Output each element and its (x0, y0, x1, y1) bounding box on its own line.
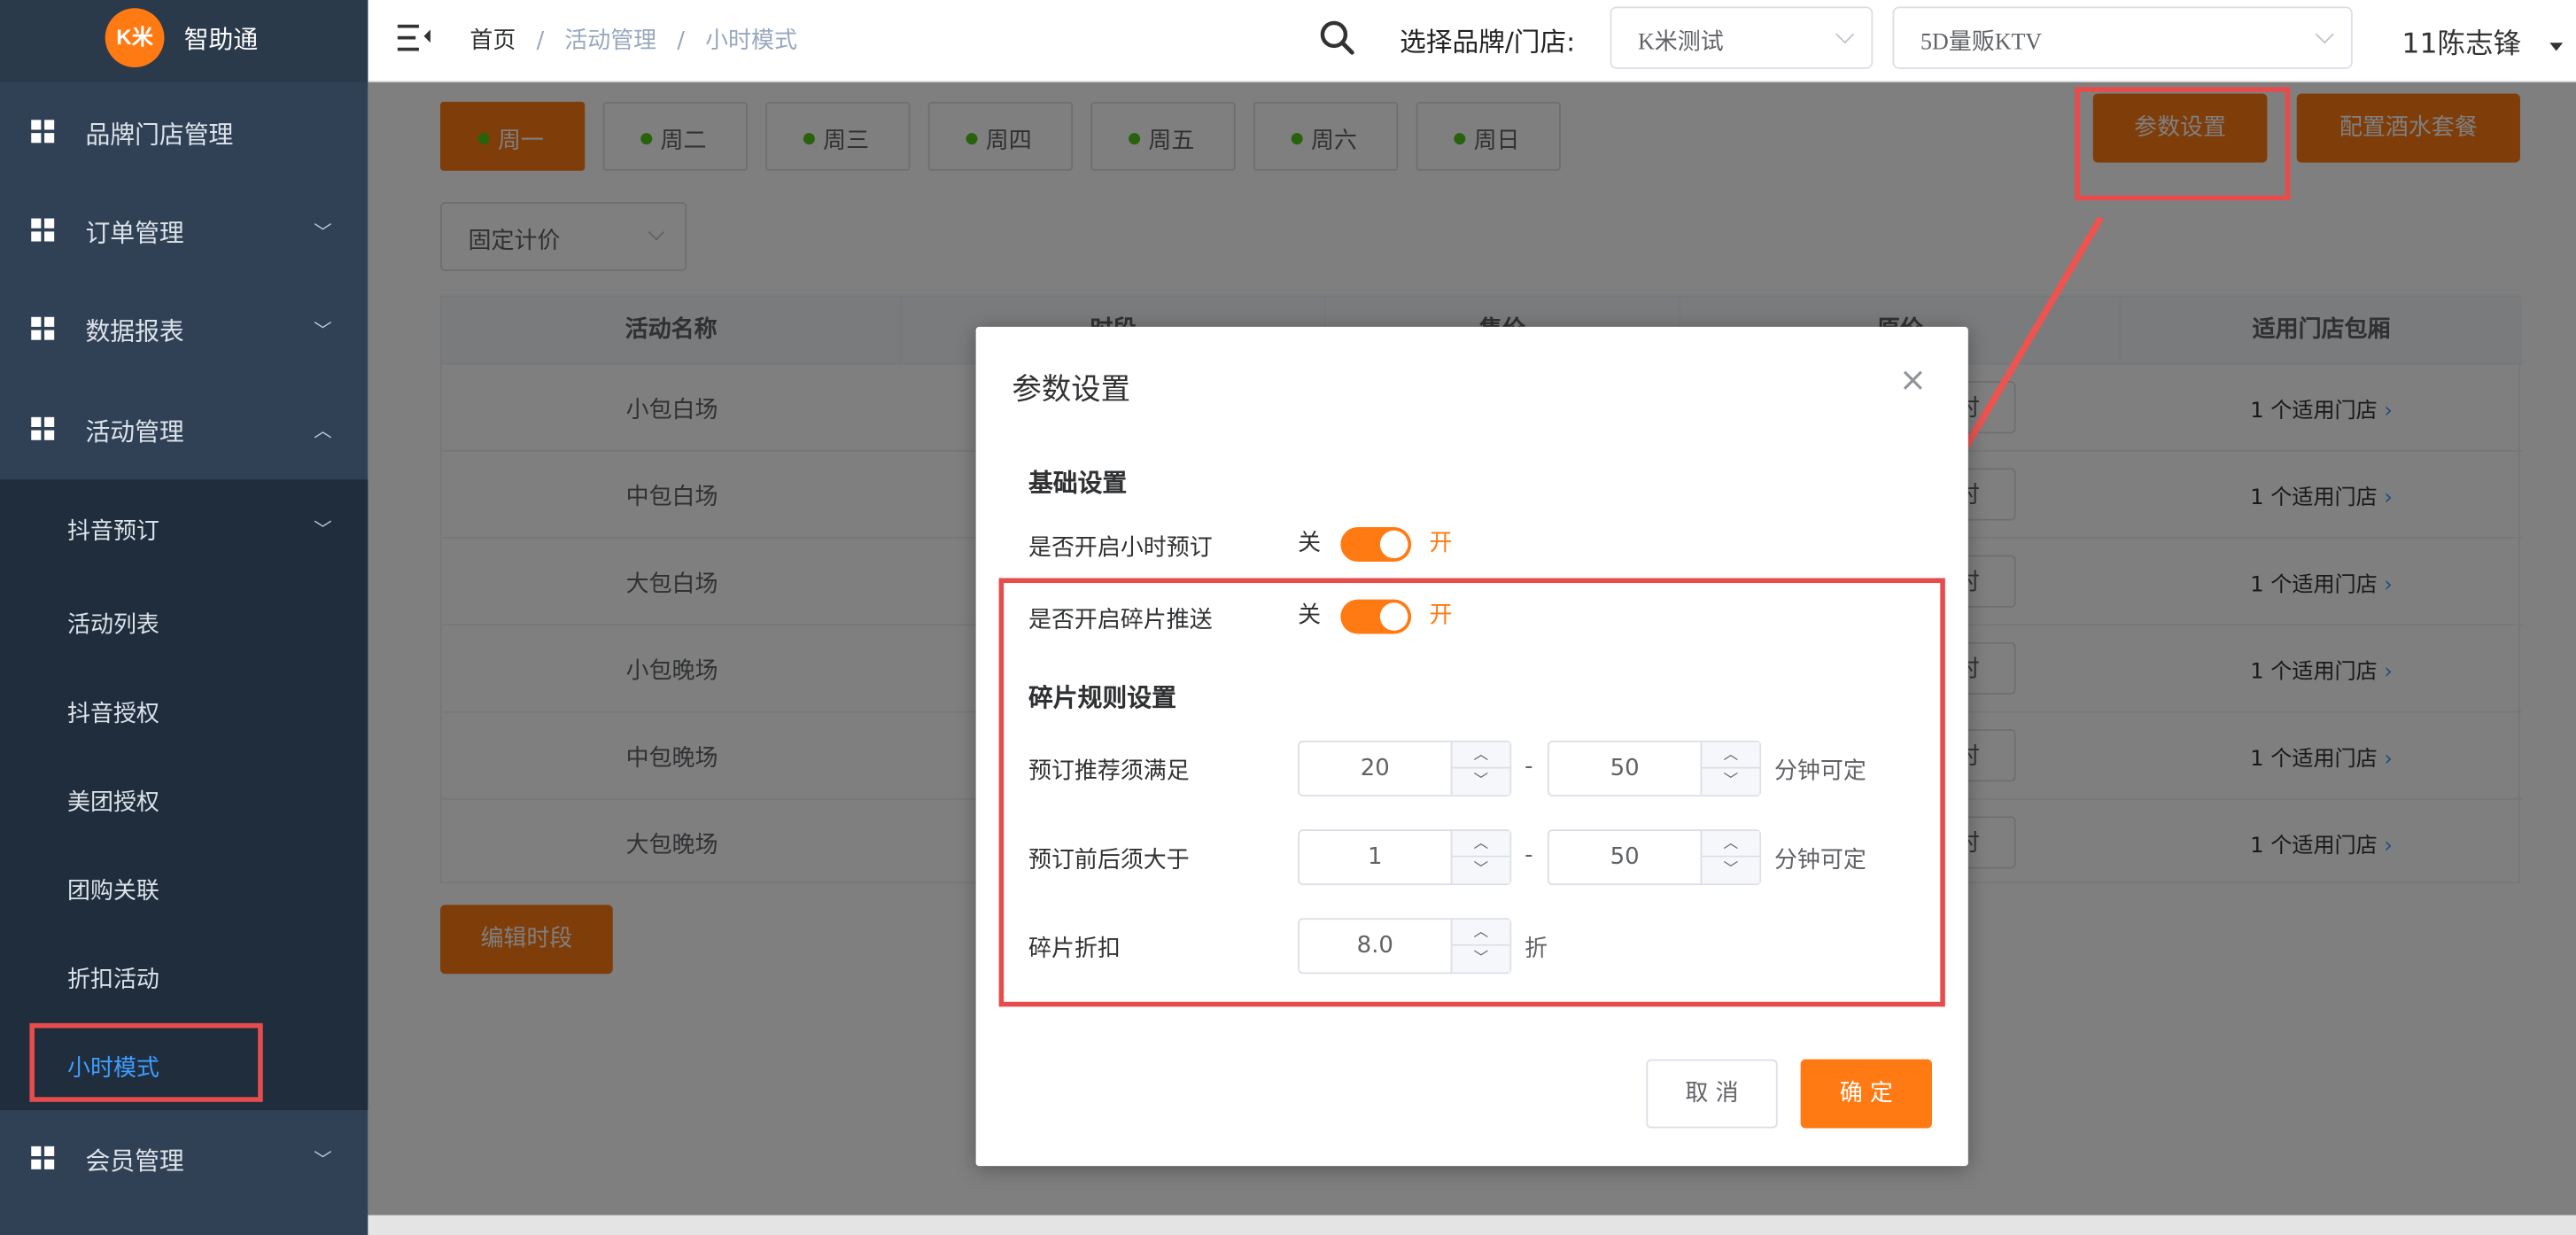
section-title-basic: 基础设置 (1028, 468, 1128, 498)
switch-off-label: 关 (1298, 530, 1322, 557)
highlight-box-fragment-settings (998, 578, 1945, 1007)
switch-on-label: 开 (1429, 530, 1453, 557)
dialog-title: 参数设置 (1012, 372, 1130, 408)
confirm-button[interactable]: 确 定 (1800, 1059, 1933, 1129)
close-icon[interactable]: × (1899, 360, 1927, 399)
hour-booking-label: 是否开启小时预订 (1028, 535, 1213, 562)
cancel-button[interactable]: 取 消 (1646, 1059, 1778, 1129)
hour-booking-toggle[interactable] (1340, 527, 1412, 562)
app-root: K米 智助通 品牌门店管理 订单管理 ﹀ 数据报表 ﹀ 活动管理 ︿ 抖音预订 … (0, 0, 2576, 1235)
toggle-knob (1379, 530, 1408, 559)
